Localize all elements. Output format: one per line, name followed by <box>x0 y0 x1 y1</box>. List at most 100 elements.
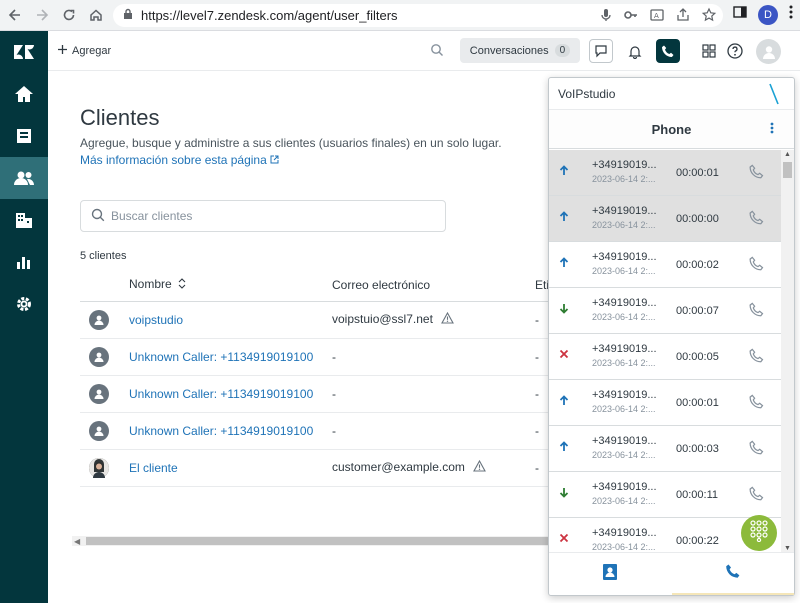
customers-icon[interactable] <box>0 157 48 199</box>
zendesk-logo-icon[interactable] <box>0 31 48 73</box>
conversations-button[interactable]: Conversaciones 0 <box>460 38 580 63</box>
sidebar <box>0 31 48 603</box>
customers-count: 5 clientes <box>80 250 127 262</box>
reload-icon[interactable] <box>57 3 81 27</box>
call-history-item[interactable]: +34919019... 2023-06-14 2:... 00:00:01 <box>549 380 781 426</box>
profile-avatar[interactable]: D <box>758 4 778 25</box>
translate-icon[interactable]: A <box>649 7 665 26</box>
call-history-item[interactable]: +34919019... 2023-06-14 2:... 00:00:11 <box>549 472 781 518</box>
call-duration: 00:00:03 <box>676 443 719 455</box>
call-number: +34919019... <box>592 297 657 309</box>
customer-name-link[interactable]: Unknown Caller: +1134919019100 <box>129 350 313 364</box>
call-back-phone-icon[interactable] <box>749 256 764 274</box>
help-icon[interactable] <box>723 39 747 63</box>
search-customers-input[interactable]: Buscar clientes <box>80 200 446 232</box>
phone-app-icon[interactable] <box>656 39 680 63</box>
apps-grid-icon[interactable] <box>697 39 721 63</box>
add-button[interactable]: Agregar <box>58 44 112 57</box>
chat-icon[interactable] <box>589 39 613 63</box>
scroll-down-arrow-icon[interactable]: ▼ <box>784 545 791 552</box>
forward-icon[interactable] <box>30 3 54 27</box>
external-link-icon <box>270 153 279 167</box>
table-row[interactable]: voipstudio voipstuio@ssl7.net - <box>80 301 560 339</box>
name-cell[interactable]: Unknown Caller: +1134919019100 <box>129 375 332 413</box>
call-history-item[interactable]: +34919019... 2023-06-14 2:... 00:00:00 <box>549 196 781 242</box>
horizontal-scrollbar[interactable]: ◀ <box>72 536 550 546</box>
key-icon[interactable] <box>623 7 639 26</box>
table-header-row: Nombre Correo electrónico Eti <box>80 269 560 302</box>
call-history-item[interactable]: +34919019... 2023-06-14 2:... 00:00:03 <box>549 426 781 472</box>
call-history-item[interactable]: +34919019... 2023-06-14 2:... 00:00:07 <box>549 288 781 334</box>
phone-tab[interactable] <box>671 553 794 595</box>
browser-menu-icon[interactable] <box>788 4 794 25</box>
avatar-cell <box>80 301 129 339</box>
organizations-icon[interactable] <box>0 199 48 241</box>
home-browser-icon[interactable] <box>84 3 108 27</box>
page-description: Agregue, busque y administre a sus clien… <box>80 136 502 150</box>
call-duration: 00:00:01 <box>676 397 719 409</box>
horizontal-scrollbar-thumb[interactable] <box>86 537 550 545</box>
sort-icon[interactable] <box>178 278 186 292</box>
call-back-phone-icon[interactable] <box>749 440 764 458</box>
plus-icon <box>58 44 67 57</box>
name-column-header[interactable]: Nombre <box>129 269 332 302</box>
user-avatar-icon[interactable] <box>756 39 781 64</box>
call-history-item[interactable]: +34919019... 2023-06-14 2:... 00:00:01 <box>549 150 781 196</box>
voip-title: VoIPstudio <box>558 86 616 101</box>
call-history-item[interactable]: +34919019... 2023-06-14 2:... 00:00:05 <box>549 334 781 380</box>
share-icon[interactable] <box>675 7 691 26</box>
call-back-phone-icon[interactable] <box>749 394 764 412</box>
more-info-link[interactable]: Más información sobre esta página <box>80 153 279 167</box>
more-info-link-label: Más información sobre esta página <box>80 153 267 167</box>
customer-name-link[interactable]: Unknown Caller: +1134919019100 <box>129 424 313 438</box>
url-text: https://level7.zendesk.com/agent/user_fi… <box>141 8 398 23</box>
search-icon[interactable] <box>430 43 444 62</box>
reporting-icon[interactable] <box>0 241 48 283</box>
email-column-header[interactable]: Correo electrónico <box>332 269 535 302</box>
star-icon[interactable] <box>701 7 717 26</box>
sidepanel-icon[interactable] <box>732 4 748 25</box>
home-icon[interactable] <box>0 73 48 115</box>
customer-name-link[interactable]: Unknown Caller: +1134919019100 <box>129 387 313 401</box>
call-number: +34919019... <box>592 435 657 447</box>
table-row[interactable]: Unknown Caller: +1134919019100 - - <box>80 412 560 450</box>
scroll-up-arrow-icon[interactable]: ▲ <box>784 151 791 158</box>
call-back-phone-icon[interactable] <box>749 210 764 228</box>
table-row[interactable]: El cliente customer@example.com - <box>80 449 560 487</box>
add-button-label: Agregar <box>72 44 112 57</box>
name-cell[interactable]: Unknown Caller: +1134919019100 <box>129 412 332 450</box>
email-cell: customer@example.com <box>332 449 535 487</box>
call-list-scrollbar[interactable]: ▲ ▼ <box>781 150 794 553</box>
address-bar[interactable]: https://level7.zendesk.com/agent/user_fi… <box>113 4 723 27</box>
customer-name-link[interactable]: El cliente <box>129 461 178 475</box>
call-back-phone-icon[interactable] <box>749 348 764 366</box>
dialpad-icon <box>749 519 769 547</box>
call-back-phone-icon[interactable] <box>749 486 764 504</box>
top-bar: Agregar Conversaciones 0 <box>48 31 800 71</box>
customer-name-link[interactable]: voipstudio <box>129 313 183 327</box>
table-row[interactable]: Unknown Caller: +1134919019100 - - <box>80 375 560 413</box>
scroll-left-arrow-icon[interactable]: ◀ <box>74 537 80 546</box>
views-icon[interactable] <box>0 115 48 157</box>
contacts-tab[interactable] <box>549 553 672 595</box>
notifications-bell-icon[interactable] <box>623 39 647 63</box>
name-cell[interactable]: El cliente <box>129 449 332 487</box>
call-history-item[interactable]: +34919019... 2023-06-14 2:... 00:00:02 <box>549 242 781 288</box>
voip-menu-icon[interactable] <box>770 122 774 137</box>
table-row[interactable]: Unknown Caller: +1134919019100 - - <box>80 338 560 376</box>
call-back-phone-icon[interactable] <box>749 164 764 182</box>
microphone-icon[interactable] <box>599 7 613 26</box>
settings-gear-icon[interactable] <box>0 283 48 325</box>
dialpad-button[interactable] <box>741 515 777 551</box>
call-back-phone-icon[interactable] <box>749 302 764 320</box>
name-cell[interactable]: Unknown Caller: +1134919019100 <box>129 338 332 376</box>
avatar <box>89 420 109 441</box>
customer-tags: - <box>535 423 539 438</box>
avatar <box>89 457 109 478</box>
call-list-scrollbar-thumb[interactable] <box>783 162 792 178</box>
lock-icon <box>123 8 133 23</box>
back-icon[interactable] <box>3 3 27 27</box>
avatar-cell <box>80 412 129 450</box>
avatar-column-header <box>80 269 129 302</box>
name-cell[interactable]: voipstudio <box>129 301 332 339</box>
